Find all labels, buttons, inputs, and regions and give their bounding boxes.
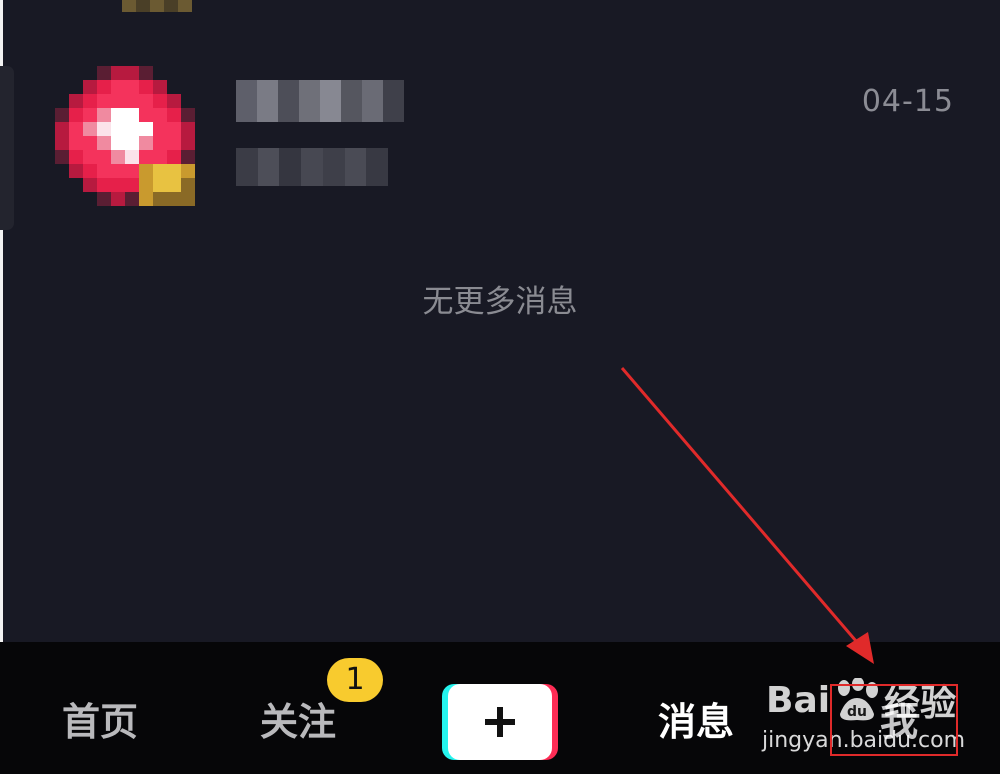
tab-messages[interactable]: 消息 bbox=[658, 698, 734, 746]
watermark-text-bai: Bai bbox=[766, 679, 831, 721]
no-more-messages-hint: 无更多消息 bbox=[422, 284, 578, 320]
sender-name-redacted bbox=[236, 80, 404, 122]
follow-count-badge: 1 bbox=[327, 658, 383, 702]
tab-follow[interactable]: 关注 bbox=[260, 698, 336, 746]
message-time: 04-15 bbox=[861, 84, 954, 119]
messages-screen: 04-15 无更多消息 首页 关注 1 消息 我 Bai du 经验 jingy… bbox=[0, 0, 1000, 774]
tab-home[interactable]: 首页 bbox=[62, 698, 138, 746]
add-button-face bbox=[448, 684, 552, 760]
avatar[interactable] bbox=[55, 66, 195, 206]
previous-item-fragment bbox=[122, 0, 192, 12]
message-row[interactable]: 04-15 bbox=[0, 50, 1000, 220]
arrow-shaft bbox=[620, 367, 864, 649]
highlight-box-me-tab bbox=[830, 684, 958, 756]
plus-icon bbox=[483, 705, 517, 739]
add-video-button[interactable] bbox=[442, 684, 558, 760]
message-preview-redacted bbox=[236, 148, 389, 186]
